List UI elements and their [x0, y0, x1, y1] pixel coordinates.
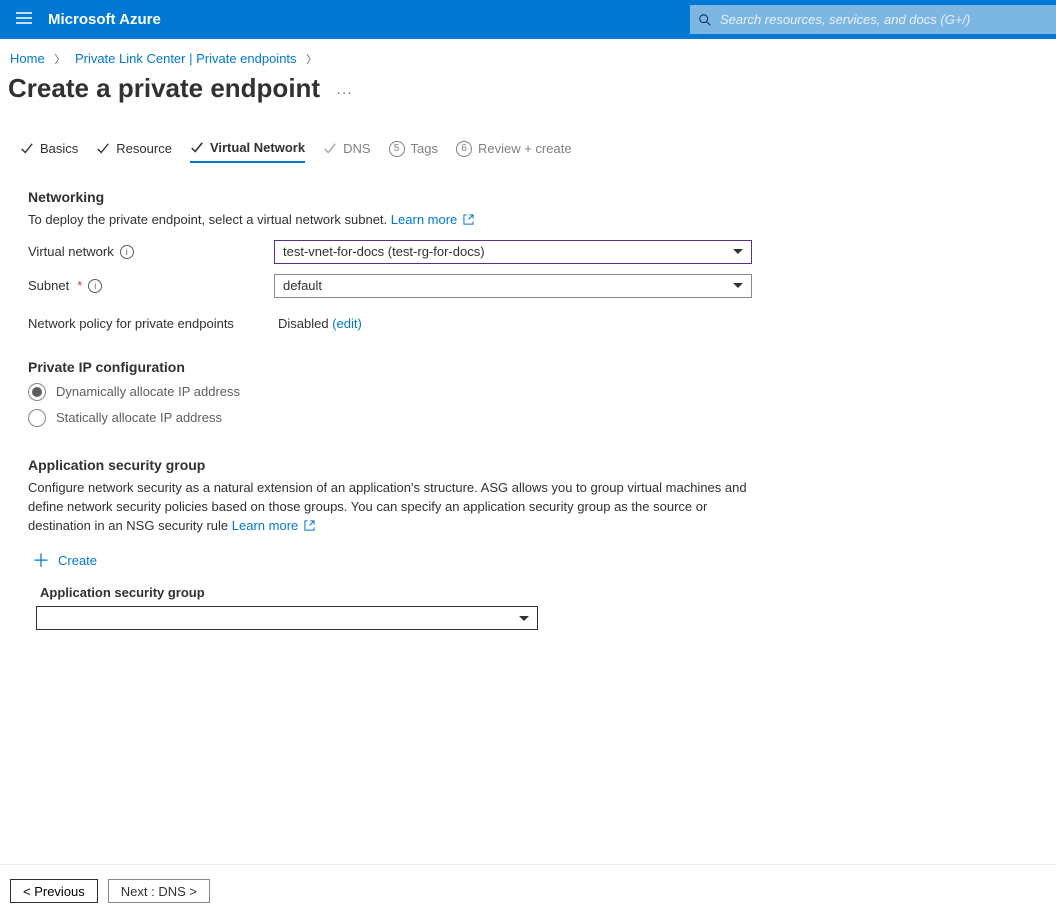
create-label: Create: [58, 553, 97, 568]
step-number: 6: [456, 141, 472, 157]
radio-icon[interactable]: [28, 409, 46, 427]
edit-policy-link[interactable]: (edit): [332, 316, 362, 331]
search-input[interactable]: [718, 11, 1048, 28]
global-search[interactable]: [690, 5, 1056, 34]
tab-dns[interactable]: DNS: [323, 140, 370, 163]
subnet-dropdown[interactable]: default: [274, 274, 752, 298]
asg-dropdown[interactable]: [36, 606, 538, 630]
tab-label: Resource: [116, 141, 172, 156]
subnet-label: Subnet: [28, 278, 69, 293]
check-icon: [20, 142, 34, 156]
policy-value: Disabled: [278, 316, 329, 331]
wizard-tabs: Basics Resource Virtual Network DNS 5 Ta…: [0, 112, 1056, 163]
tab-tags[interactable]: 5 Tags: [389, 140, 438, 163]
check-icon: [190, 141, 204, 155]
tab-label: Virtual Network: [210, 140, 305, 155]
vnet-dropdown[interactable]: test-vnet-for-docs (test-rg-for-docs): [274, 240, 752, 264]
tab-virtual-network[interactable]: Virtual Network: [190, 140, 305, 163]
brand-title[interactable]: Microsoft Azure: [48, 11, 161, 28]
crumb-plc[interactable]: Private Link Center | Private endpoints: [75, 51, 297, 66]
radio-static[interactable]: Statically allocate IP address: [28, 409, 752, 427]
asg-column-header: Application security group: [40, 585, 752, 600]
chevron-right-icon: 〉: [54, 54, 65, 66]
vnet-value: test-vnet-for-docs (test-rg-for-docs): [283, 244, 485, 259]
learn-more-asg[interactable]: Learn more: [232, 518, 315, 533]
tab-label: Review + create: [478, 141, 572, 156]
menu-icon[interactable]: [0, 11, 48, 29]
top-bar: Microsoft Azure: [0, 0, 1056, 39]
radio-label: Statically allocate IP address: [56, 410, 222, 425]
chevron-down-icon: [733, 249, 743, 254]
section-networking: Networking: [28, 189, 752, 205]
info-icon[interactable]: i: [120, 245, 134, 259]
section-ipconfig: Private IP configuration: [28, 359, 752, 375]
search-icon: [698, 13, 712, 27]
step-number: 5: [389, 141, 405, 157]
check-icon: [96, 142, 110, 156]
tab-label: DNS: [343, 141, 370, 156]
next-button[interactable]: Next : DNS >: [108, 879, 210, 903]
vnet-label: Virtual network: [28, 244, 114, 259]
previous-button[interactable]: < Previous: [10, 879, 98, 903]
wizard-footer: < Previous Next : DNS >: [0, 864, 1056, 917]
asg-desc: Configure network security as a natural …: [28, 479, 752, 536]
plus-icon: ＋: [32, 547, 50, 573]
more-icon[interactable]: ···: [336, 84, 353, 100]
tab-label: Basics: [40, 141, 78, 156]
external-link-icon: [463, 214, 474, 225]
radio-label: Dynamically allocate IP address: [56, 384, 240, 399]
subnet-value: default: [283, 278, 322, 293]
radio-icon[interactable]: [28, 383, 46, 401]
chevron-down-icon: [519, 616, 529, 621]
chevron-right-icon: 〉: [306, 54, 317, 66]
info-icon[interactable]: i: [88, 279, 102, 293]
page-title: Create a private endpoint: [8, 73, 320, 104]
crumb-home[interactable]: Home: [10, 51, 45, 66]
learn-more-networking[interactable]: Learn more: [391, 212, 474, 227]
tab-label: Tags: [411, 141, 438, 156]
create-asg-button[interactable]: ＋ Create: [32, 547, 752, 573]
networking-desc: To deploy the private endpoint, select a…: [28, 211, 752, 230]
chevron-down-icon: [733, 283, 743, 288]
tab-review[interactable]: 6 Review + create: [456, 140, 572, 163]
tab-resource[interactable]: Resource: [96, 140, 172, 163]
section-asg: Application security group: [28, 457, 752, 473]
policy-label: Network policy for private endpoints: [28, 316, 234, 331]
check-icon: [323, 142, 337, 156]
tab-basics[interactable]: Basics: [20, 140, 78, 163]
required-mark: *: [77, 278, 82, 293]
breadcrumb: Home 〉 Private Link Center | Private end…: [0, 39, 1056, 71]
radio-dynamic[interactable]: Dynamically allocate IP address: [28, 383, 752, 401]
external-link-icon: [304, 520, 315, 531]
